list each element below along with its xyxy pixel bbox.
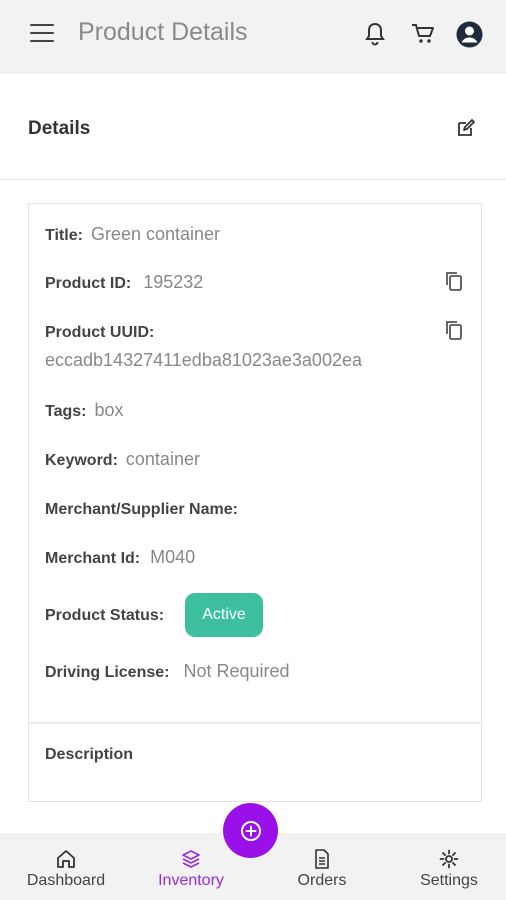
home-icon (55, 848, 77, 870)
description-label: Description (45, 746, 134, 763)
orders-icon (311, 848, 333, 870)
bell-icon[interactable] (361, 20, 389, 48)
tags-value: box (94, 400, 124, 420)
license-value: Not Required (183, 661, 290, 681)
nav-label: Inventory (158, 871, 224, 889)
status-badge: Active (185, 593, 263, 637)
nav-dashboard[interactable]: Dashboard (18, 833, 114, 900)
uuid-row: Product UUID: (45, 322, 154, 342)
merchant-id-label: Merchant Id: (45, 550, 141, 567)
page-title: Product Details (78, 18, 248, 46)
title-label: Title: (45, 227, 83, 244)
keyword-row: Keyword: container (45, 449, 200, 470)
status-row: Product Status: (45, 605, 164, 625)
merchant-id-row: Merchant Id: M040 (45, 547, 195, 568)
merchant-name-label: Merchant/Supplier Name: (45, 501, 238, 518)
details-card: Title: Green container Product ID: 195232 … (28, 203, 482, 723)
copy-uuid-icon[interactable] (443, 319, 465, 341)
settings-icon (438, 848, 460, 870)
inventory-icon (180, 848, 202, 870)
license-row: Driving License: Not Required (45, 661, 290, 682)
product-id-label: Product ID: (45, 275, 132, 292)
cart-icon[interactable] (409, 20, 437, 48)
title-value: Green container (90, 224, 221, 244)
uuid-value-row: eccadb14327411edba81023ae3a002ea (45, 350, 362, 371)
tags-label: Tags: (45, 403, 87, 420)
description-row: Description (45, 744, 133, 764)
uuid-value: eccadb14327411edba81023ae3a002ea (45, 350, 362, 370)
nav-label: Settings (420, 871, 478, 889)
nav-inventory[interactable]: Inventory (145, 833, 237, 900)
keyword-value: container (125, 449, 200, 469)
account-icon[interactable] (455, 20, 483, 48)
copy-product-id-icon[interactable] (443, 270, 465, 292)
product-id-value: 195232 (143, 272, 204, 292)
tags-row: Tags: box (45, 400, 124, 421)
edit-icon[interactable] (452, 114, 480, 142)
details-header: Details (0, 74, 506, 180)
section-title: Details (28, 118, 91, 139)
add-circle-icon (240, 820, 261, 841)
nav-settings[interactable]: Settings (408, 833, 490, 900)
keyword-label: Keyword: (45, 452, 118, 469)
app-bar: Product Details (0, 0, 506, 74)
title-row: Title: Green container (45, 224, 220, 245)
license-label: Driving License: (45, 664, 170, 681)
status-label: Product Status: (45, 607, 165, 624)
nav-label: Orders (297, 871, 347, 889)
nav-label: Dashboard (26, 871, 106, 889)
uuid-label: Product UUID: (45, 324, 155, 341)
description-card: Description (28, 722, 482, 802)
menu-icon[interactable] (30, 22, 54, 44)
nav-orders[interactable]: Orders (282, 833, 362, 900)
merchant-id-value: M040 (150, 547, 196, 567)
product-id-row: Product ID: 195232 (45, 272, 203, 293)
add-button[interactable] (223, 803, 278, 858)
merchant-name-row: Merchant/Supplier Name: (45, 499, 238, 519)
